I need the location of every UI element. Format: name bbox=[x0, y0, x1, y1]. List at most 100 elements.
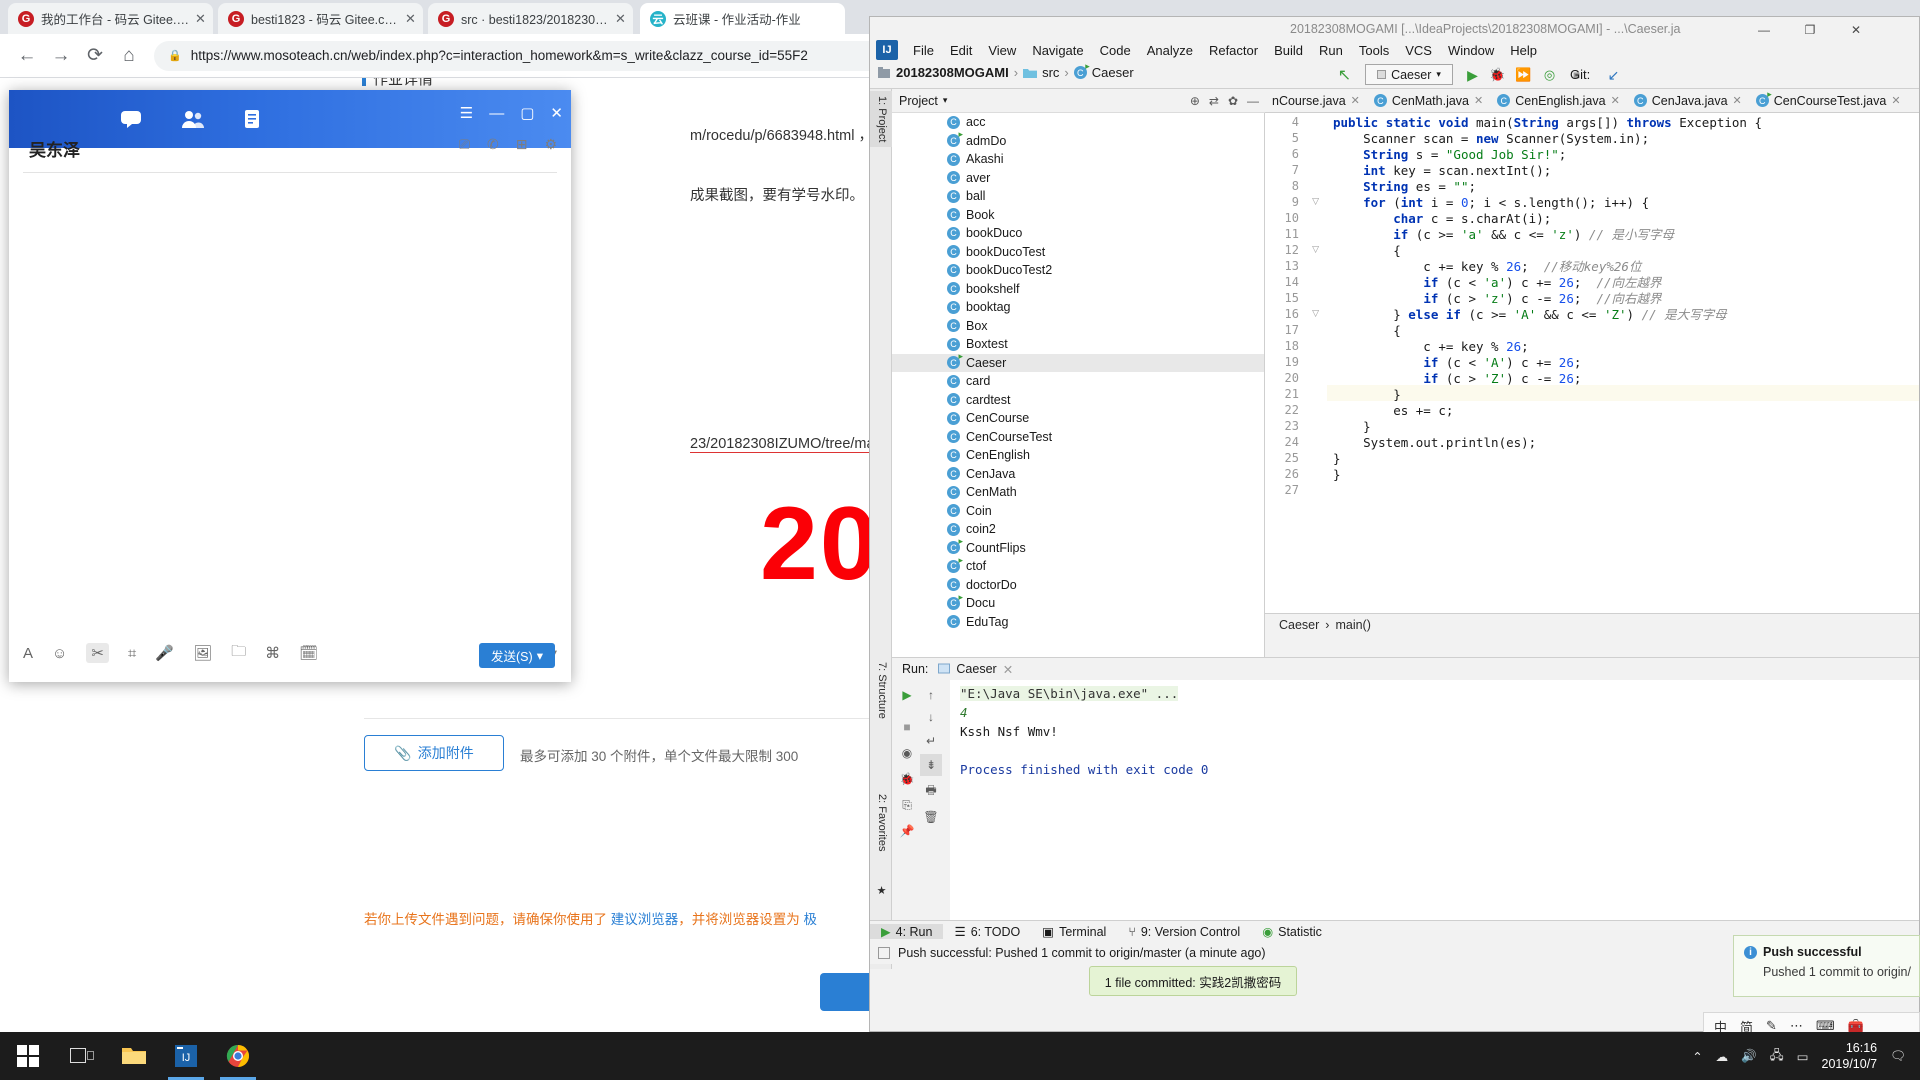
tree-item[interactable]: C Coin bbox=[892, 502, 1264, 521]
code-line[interactable]: { bbox=[1333, 323, 1401, 339]
task-view-icon[interactable] bbox=[56, 1032, 108, 1080]
code-line[interactable]: char c = s.charAt(i); bbox=[1333, 211, 1551, 227]
tree-item[interactable]: Cball bbox=[892, 187, 1264, 206]
status-tab-version-control[interactable]: ⑂ 9: Version Control bbox=[1117, 925, 1251, 939]
menu-analyze[interactable]: Analyze bbox=[1139, 41, 1201, 60]
shake-icon[interactable]: ⌘ bbox=[265, 644, 280, 662]
menu-code[interactable]: Code bbox=[1092, 41, 1139, 60]
profile-icon[interactable]: ◎ bbox=[1539, 65, 1560, 85]
git-update-icon[interactable]: ↙ bbox=[1603, 65, 1624, 85]
debug-icon[interactable]: 🐞 bbox=[896, 768, 918, 790]
tree-item[interactable]: Cacc bbox=[892, 113, 1264, 132]
run-configuration-selector[interactable]: Caeser ▾ bbox=[1365, 64, 1453, 85]
tree-item[interactable]: C Akashi bbox=[892, 150, 1264, 169]
chrome-icon[interactable] bbox=[212, 1032, 264, 1080]
tree-item[interactable]: Ccard bbox=[892, 372, 1264, 391]
menu-file[interactable]: File bbox=[905, 41, 942, 60]
chevron-down-icon[interactable]: ▾ bbox=[1436, 69, 1441, 80]
explorer-icon[interactable] bbox=[108, 1032, 160, 1080]
tree-item[interactable]: Cctof bbox=[892, 555, 1264, 576]
editor-breadcrumb-class[interactable]: Caeser bbox=[1279, 618, 1319, 632]
code-line[interactable]: if (c < 'a') c += 26; //向左越界 bbox=[1333, 275, 1661, 291]
debug-icon[interactable]: 🐞 bbox=[1487, 65, 1508, 85]
notification-icon[interactable]: 🗨 bbox=[1890, 1049, 1906, 1064]
close-icon[interactable]: ✕ bbox=[1733, 94, 1742, 107]
back-icon[interactable]: ← bbox=[10, 39, 44, 73]
fold-marker-icon[interactable]: ▽ bbox=[1312, 308, 1319, 319]
call-icon[interactable]: ✆ bbox=[487, 136, 499, 153]
code-line[interactable]: for (int i = 0; i < s.length(); i++) { bbox=[1333, 195, 1649, 211]
breadcrumb-folder[interactable]: src bbox=[1042, 65, 1059, 80]
menu-help[interactable]: Help bbox=[1502, 41, 1545, 60]
scroll-to-end-icon[interactable]: ⇟ bbox=[920, 754, 942, 776]
image-icon[interactable]: 🖼 bbox=[193, 644, 212, 662]
code-text[interactable]: public static void main(String args[]) t… bbox=[1327, 113, 1919, 613]
hide-icon[interactable]: — bbox=[1247, 94, 1259, 108]
add-attachment-button[interactable]: 📎 添加附件 bbox=[364, 735, 504, 771]
tree-item[interactable]: Ccardtest bbox=[892, 391, 1264, 410]
menu-tools[interactable]: Tools bbox=[1351, 41, 1397, 60]
code-line[interactable]: System.out.println(es); bbox=[1333, 435, 1536, 451]
send-button[interactable]: 发送(S) ▾ bbox=[479, 643, 555, 668]
tree-item[interactable]: C CenCourse bbox=[892, 409, 1264, 428]
update-project-icon[interactable]: ↖ bbox=[1334, 65, 1355, 85]
close-icon[interactable]: ✕ bbox=[615, 11, 627, 27]
voice-icon[interactable]: 🎤 bbox=[155, 644, 174, 662]
forward-icon[interactable]: → bbox=[44, 39, 78, 73]
close-icon[interactable]: ✕ bbox=[1351, 94, 1360, 107]
code-line[interactable]: } bbox=[1333, 419, 1371, 435]
menu-vcs[interactable]: VCS bbox=[1397, 41, 1440, 60]
sidebar-item-favorites[interactable]: 2: Favorites bbox=[870, 789, 892, 856]
restore-layout-icon[interactable]: ⎘ bbox=[896, 794, 918, 816]
sidebar-item-structure[interactable]: 7: Structure bbox=[870, 657, 892, 724]
favorites-star-icon[interactable]: ★ bbox=[870, 879, 892, 902]
network-icon[interactable]: 🖧 bbox=[1770, 1046, 1784, 1067]
locate-icon[interactable]: ⊕ bbox=[1190, 94, 1200, 108]
close-icon[interactable]: ✕ bbox=[1003, 662, 1013, 677]
folder-icon[interactable]: 🗀 bbox=[231, 641, 246, 666]
code-line[interactable]: if (c > 'z') c -= 26; //向右越界 bbox=[1333, 291, 1661, 307]
code-line[interactable]: if (c < 'A') c += 26; bbox=[1333, 355, 1581, 371]
status-tab-terminal[interactable]: ▣ Terminal bbox=[1031, 924, 1117, 940]
code-line[interactable]: if (c >= 'a' && c <= 'z') // 是小写字母 bbox=[1333, 227, 1674, 243]
code-line[interactable]: if (c > 'Z') c -= 26; bbox=[1333, 371, 1581, 387]
menu-icon[interactable]: ☰ bbox=[460, 104, 473, 122]
tree-item[interactable]: Cbookshelf bbox=[892, 280, 1264, 299]
run-coverage-icon[interactable]: ⏩ bbox=[1513, 65, 1534, 85]
stop-icon[interactable]: ■ bbox=[896, 716, 918, 738]
pin-icon[interactable]: 📌 bbox=[896, 820, 918, 842]
close-icon[interactable]: ✕ bbox=[405, 11, 417, 27]
menu-navigate[interactable]: Navigate bbox=[1024, 41, 1091, 60]
editor-gutter[interactable]: 4 5 6 7 8 9 10 11 12 13 14 15 16 17 18 19 20 21 22 23 24 25 26… bbox=[1265, 113, 1327, 613]
code-line[interactable]: } bbox=[1333, 387, 1401, 403]
rerun-icon[interactable]: ▶ bbox=[896, 684, 918, 706]
tree-item[interactable]: CCountFlips bbox=[892, 536, 1264, 558]
code-line[interactable]: String s = "Good Job Sir!"; bbox=[1333, 147, 1566, 163]
tree-item[interactable]: CdoctorDo bbox=[892, 576, 1264, 595]
recommended-browser-link[interactable]: 建议浏览器 bbox=[611, 912, 679, 927]
chat-bubble-icon[interactable] bbox=[114, 102, 148, 136]
tree-item[interactable]: C Box bbox=[892, 317, 1264, 336]
contacts-icon[interactable] bbox=[176, 102, 210, 136]
menu-view[interactable]: View bbox=[980, 41, 1024, 60]
browser-setting-link[interactable]: 极 bbox=[804, 912, 818, 927]
editor-breadcrumb-method[interactable]: main() bbox=[1335, 618, 1370, 632]
editor-tab[interactable]: C CenJava.java ✕ bbox=[1627, 89, 1749, 112]
fold-marker-icon[interactable]: ▽ bbox=[1312, 196, 1319, 207]
code-line[interactable]: } else if (c >= 'A' && c <= 'Z') // 是大写字… bbox=[1333, 307, 1726, 323]
intellij-icon[interactable]: IJ bbox=[160, 1032, 212, 1080]
code-line[interactable]: c += key % 26; bbox=[1333, 339, 1528, 355]
tree-item[interactable]: CbookDucoTest bbox=[892, 243, 1264, 262]
scroll-up-icon[interactable]: ↑ bbox=[920, 684, 942, 706]
run-icon[interactable]: ▶ bbox=[1462, 65, 1483, 85]
code-line[interactable]: } bbox=[1333, 467, 1341, 483]
tree-item[interactable]: CCaeser bbox=[892, 351, 1264, 372]
editor-tab[interactable]: C CenMath.java ✕ bbox=[1367, 89, 1490, 112]
add-icon[interactable]: ⊞ bbox=[516, 136, 528, 153]
emoji-icon[interactable]: ☺ bbox=[52, 645, 67, 662]
tree-item[interactable]: C Boxtest bbox=[892, 335, 1264, 354]
code-line[interactable]: Scanner scan = new Scanner(System.in); bbox=[1333, 131, 1649, 147]
tree-item[interactable]: C CenCourseTest bbox=[892, 428, 1264, 447]
tree-item[interactable]: C CenEnglish bbox=[892, 446, 1264, 465]
windows-start-icon[interactable] bbox=[0, 1032, 56, 1080]
